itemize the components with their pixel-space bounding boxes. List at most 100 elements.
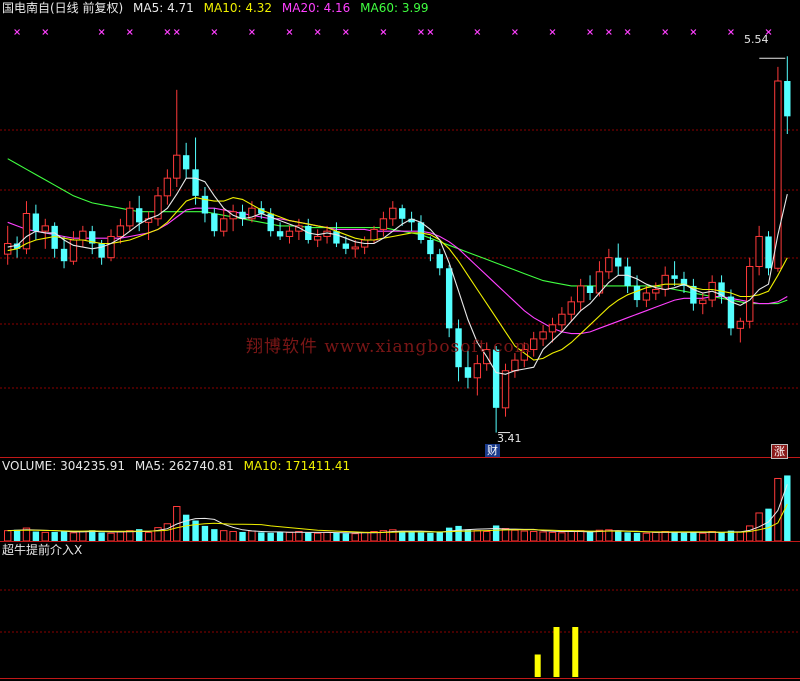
candle xyxy=(765,231,772,276)
indicator-series xyxy=(534,627,579,677)
volume-bar xyxy=(107,532,115,542)
candle xyxy=(774,66,782,272)
candle-body xyxy=(473,363,482,379)
volume-bar xyxy=(163,523,172,542)
candle xyxy=(239,204,246,226)
candle xyxy=(201,187,209,223)
volume-bar xyxy=(276,531,284,541)
signal-mark xyxy=(549,29,556,35)
candle-body xyxy=(379,218,388,230)
candle xyxy=(436,248,443,276)
volume-bar xyxy=(473,530,482,542)
volume-bar xyxy=(455,525,462,541)
candle-body xyxy=(539,331,547,340)
signal-mark xyxy=(126,29,133,35)
candle xyxy=(784,56,791,134)
signal-mark xyxy=(98,29,105,35)
candle-body xyxy=(501,370,510,409)
volume-bar xyxy=(285,531,294,542)
candle-body xyxy=(661,274,669,290)
candle xyxy=(313,229,322,248)
volume-bar xyxy=(699,532,707,542)
signal-mark xyxy=(587,29,593,35)
signal-mark xyxy=(14,29,21,35)
candle xyxy=(69,231,78,265)
ma20-legend: MA20: 4.16 xyxy=(281,1,351,15)
signal-mark xyxy=(605,29,612,35)
candle xyxy=(89,225,96,255)
candle xyxy=(51,222,58,258)
ma5-legend: MA5: 4.71 xyxy=(133,1,194,15)
limit-up-badge: 涨 xyxy=(771,444,788,459)
candle-body xyxy=(511,359,519,372)
candle-body xyxy=(492,349,500,408)
candle xyxy=(539,324,547,346)
volume-bar xyxy=(586,531,594,541)
volume-bar xyxy=(520,530,528,542)
candle xyxy=(79,225,87,248)
volume-bar xyxy=(445,527,453,541)
candle-body xyxy=(136,208,143,223)
signal-mark xyxy=(728,29,734,35)
volume-bar xyxy=(144,531,153,542)
candle-body xyxy=(445,268,453,329)
signal-mark xyxy=(342,29,349,35)
volume-bar xyxy=(239,531,246,541)
candle xyxy=(182,142,190,179)
volume-bar xyxy=(267,532,274,541)
candle xyxy=(154,187,162,226)
candle xyxy=(22,201,31,255)
volume-series xyxy=(4,475,791,542)
candle-body xyxy=(285,230,294,237)
volume-bar xyxy=(718,532,725,541)
volume-bar xyxy=(333,532,340,541)
indicator-header: 超牛提前介入X xyxy=(2,543,88,557)
candle xyxy=(680,271,688,293)
candle-body xyxy=(313,235,322,241)
candle xyxy=(727,289,735,336)
candle xyxy=(144,211,153,240)
panel-dividers xyxy=(0,457,800,679)
candle-body xyxy=(642,292,651,301)
candle xyxy=(567,296,575,322)
volume-bar xyxy=(615,531,622,541)
indicator-bar xyxy=(534,654,541,677)
volume-ma5-curve xyxy=(7,484,788,534)
signal-markers xyxy=(14,29,772,35)
volume-bar xyxy=(558,532,566,542)
candle-body xyxy=(370,228,378,241)
candle xyxy=(285,225,294,244)
volume-bar xyxy=(530,531,538,542)
candle-body xyxy=(567,301,575,315)
volume-bar xyxy=(313,532,322,542)
candle-body xyxy=(784,81,791,117)
volume-bar xyxy=(633,532,641,541)
volume-bar xyxy=(736,531,745,542)
signal-mark xyxy=(164,29,171,35)
ma60-legend: MA60: 3.99 xyxy=(360,1,429,15)
volume-bar xyxy=(690,532,697,541)
candle xyxy=(370,225,378,244)
candle-body xyxy=(427,240,434,255)
volume-bar xyxy=(342,533,350,541)
volume-bar xyxy=(98,532,105,541)
candlestick-series xyxy=(4,56,791,433)
signal-mark xyxy=(690,29,697,35)
candle-body xyxy=(351,246,359,250)
candle xyxy=(690,278,697,311)
candle-body xyxy=(163,177,172,197)
volume-bar xyxy=(399,531,406,541)
signal-mark xyxy=(624,29,631,35)
signal-mark xyxy=(511,29,518,35)
volume-bar xyxy=(69,532,78,542)
signal-mark xyxy=(418,29,424,35)
candle xyxy=(501,363,510,417)
candle-body xyxy=(276,231,284,237)
volume-bar xyxy=(79,531,87,542)
candle-body xyxy=(558,313,566,326)
candle xyxy=(661,266,669,297)
volume-value: VOLUME: 304235.91 xyxy=(2,459,125,473)
candle-body xyxy=(41,225,49,232)
candle-body xyxy=(333,231,340,244)
candle-body xyxy=(173,154,181,179)
